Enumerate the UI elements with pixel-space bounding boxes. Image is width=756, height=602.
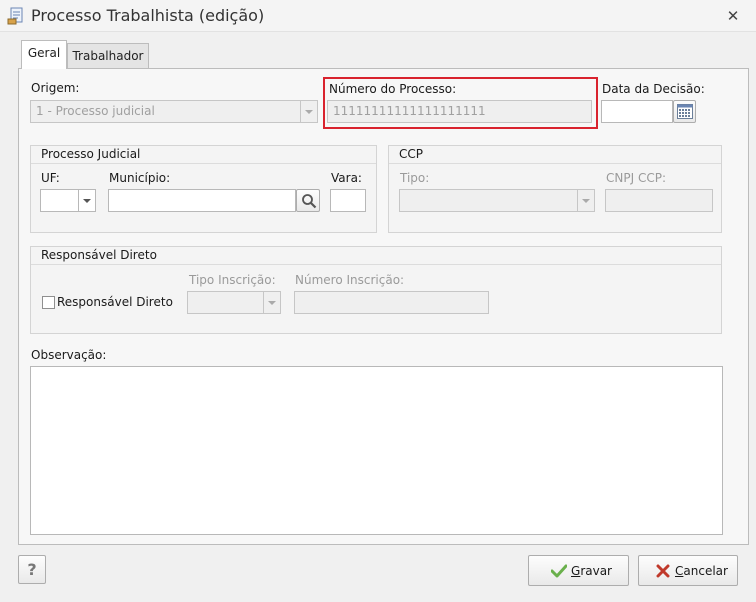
numero-processo-highlight <box>323 77 598 129</box>
ccp-header <box>389 146 721 164</box>
window-title: Processo Trabalhista (edição) <box>31 6 265 25</box>
chevron-down-icon <box>305 110 313 114</box>
cnpj-ccp-label: CNPJ CCP: <box>606 171 666 185</box>
search-icon <box>302 194 317 209</box>
help-button[interactable]: ? <box>18 555 46 584</box>
processo-judicial-title: Processo Judicial <box>41 147 141 161</box>
numero-inscricao-label: Número Inscrição: <box>295 273 405 287</box>
cancelar-label-rest: ancelar <box>683 564 728 578</box>
responsavel-direto-checkbox[interactable] <box>42 296 55 309</box>
cnpj-ccp-field[interactable] <box>605 189 713 212</box>
gravar-label-rest: ravar <box>580 564 612 578</box>
ccp-tipo-label: Tipo: <box>400 171 430 185</box>
municipio-label: Município: <box>109 171 171 185</box>
cancelar-label: Cancelar <box>675 564 728 578</box>
observacao-label: Observação: <box>31 348 107 362</box>
uf-dropdown-button[interactable] <box>78 190 95 211</box>
data-decisao-field[interactable] <box>601 100 673 123</box>
document-app-icon <box>7 7 23 25</box>
vara-label: Vara: <box>331 171 362 185</box>
cancelar-button[interactable]: Cancelar <box>638 555 738 586</box>
ccp-title: CCP <box>399 147 423 161</box>
gravar-label: Gravar <box>571 564 612 578</box>
calendar-button[interactable] <box>673 100 696 123</box>
check-icon <box>551 564 567 578</box>
tipo-inscricao-label: Tipo Inscrição: <box>189 273 276 287</box>
observacao-textarea[interactable] <box>30 366 723 535</box>
origem-select[interactable]: 1 - Processo judicial <box>30 100 318 123</box>
chevron-down-icon <box>582 199 590 203</box>
responsavel-direto-title: Responsável Direto <box>41 248 157 262</box>
gravar-mnemonic: G <box>571 564 581 578</box>
gravar-button[interactable]: Gravar <box>528 555 629 586</box>
calendar-icon <box>677 104 693 119</box>
data-decisao-label: Data da Decisão: <box>602 82 705 96</box>
origem-label: Origem: <box>31 81 80 95</box>
tab-geral[interactable]: Geral <box>21 40 67 69</box>
close-button[interactable]: ✕ <box>722 6 744 26</box>
municipio-search-button[interactable] <box>296 189 320 212</box>
chevron-down-icon <box>83 199 91 203</box>
ccp-tipo-select[interactable] <box>399 189 595 212</box>
tab-trabalhador[interactable]: Trabalhador <box>67 43 149 69</box>
cancel-x-icon <box>656 564 670 578</box>
responsavel-direto-checkbox-label[interactable]: Responsável Direto <box>57 295 173 309</box>
vara-field[interactable] <box>330 189 366 212</box>
origem-dropdown-button[interactable] <box>300 101 317 122</box>
numero-inscricao-field[interactable] <box>294 291 489 314</box>
uf-label: UF: <box>41 171 60 185</box>
ccp-tipo-dropdown-button[interactable] <box>577 190 594 211</box>
chevron-down-icon <box>268 301 276 305</box>
municipio-field[interactable] <box>108 189 296 212</box>
tipo-inscricao-dropdown-button[interactable] <box>263 292 280 313</box>
